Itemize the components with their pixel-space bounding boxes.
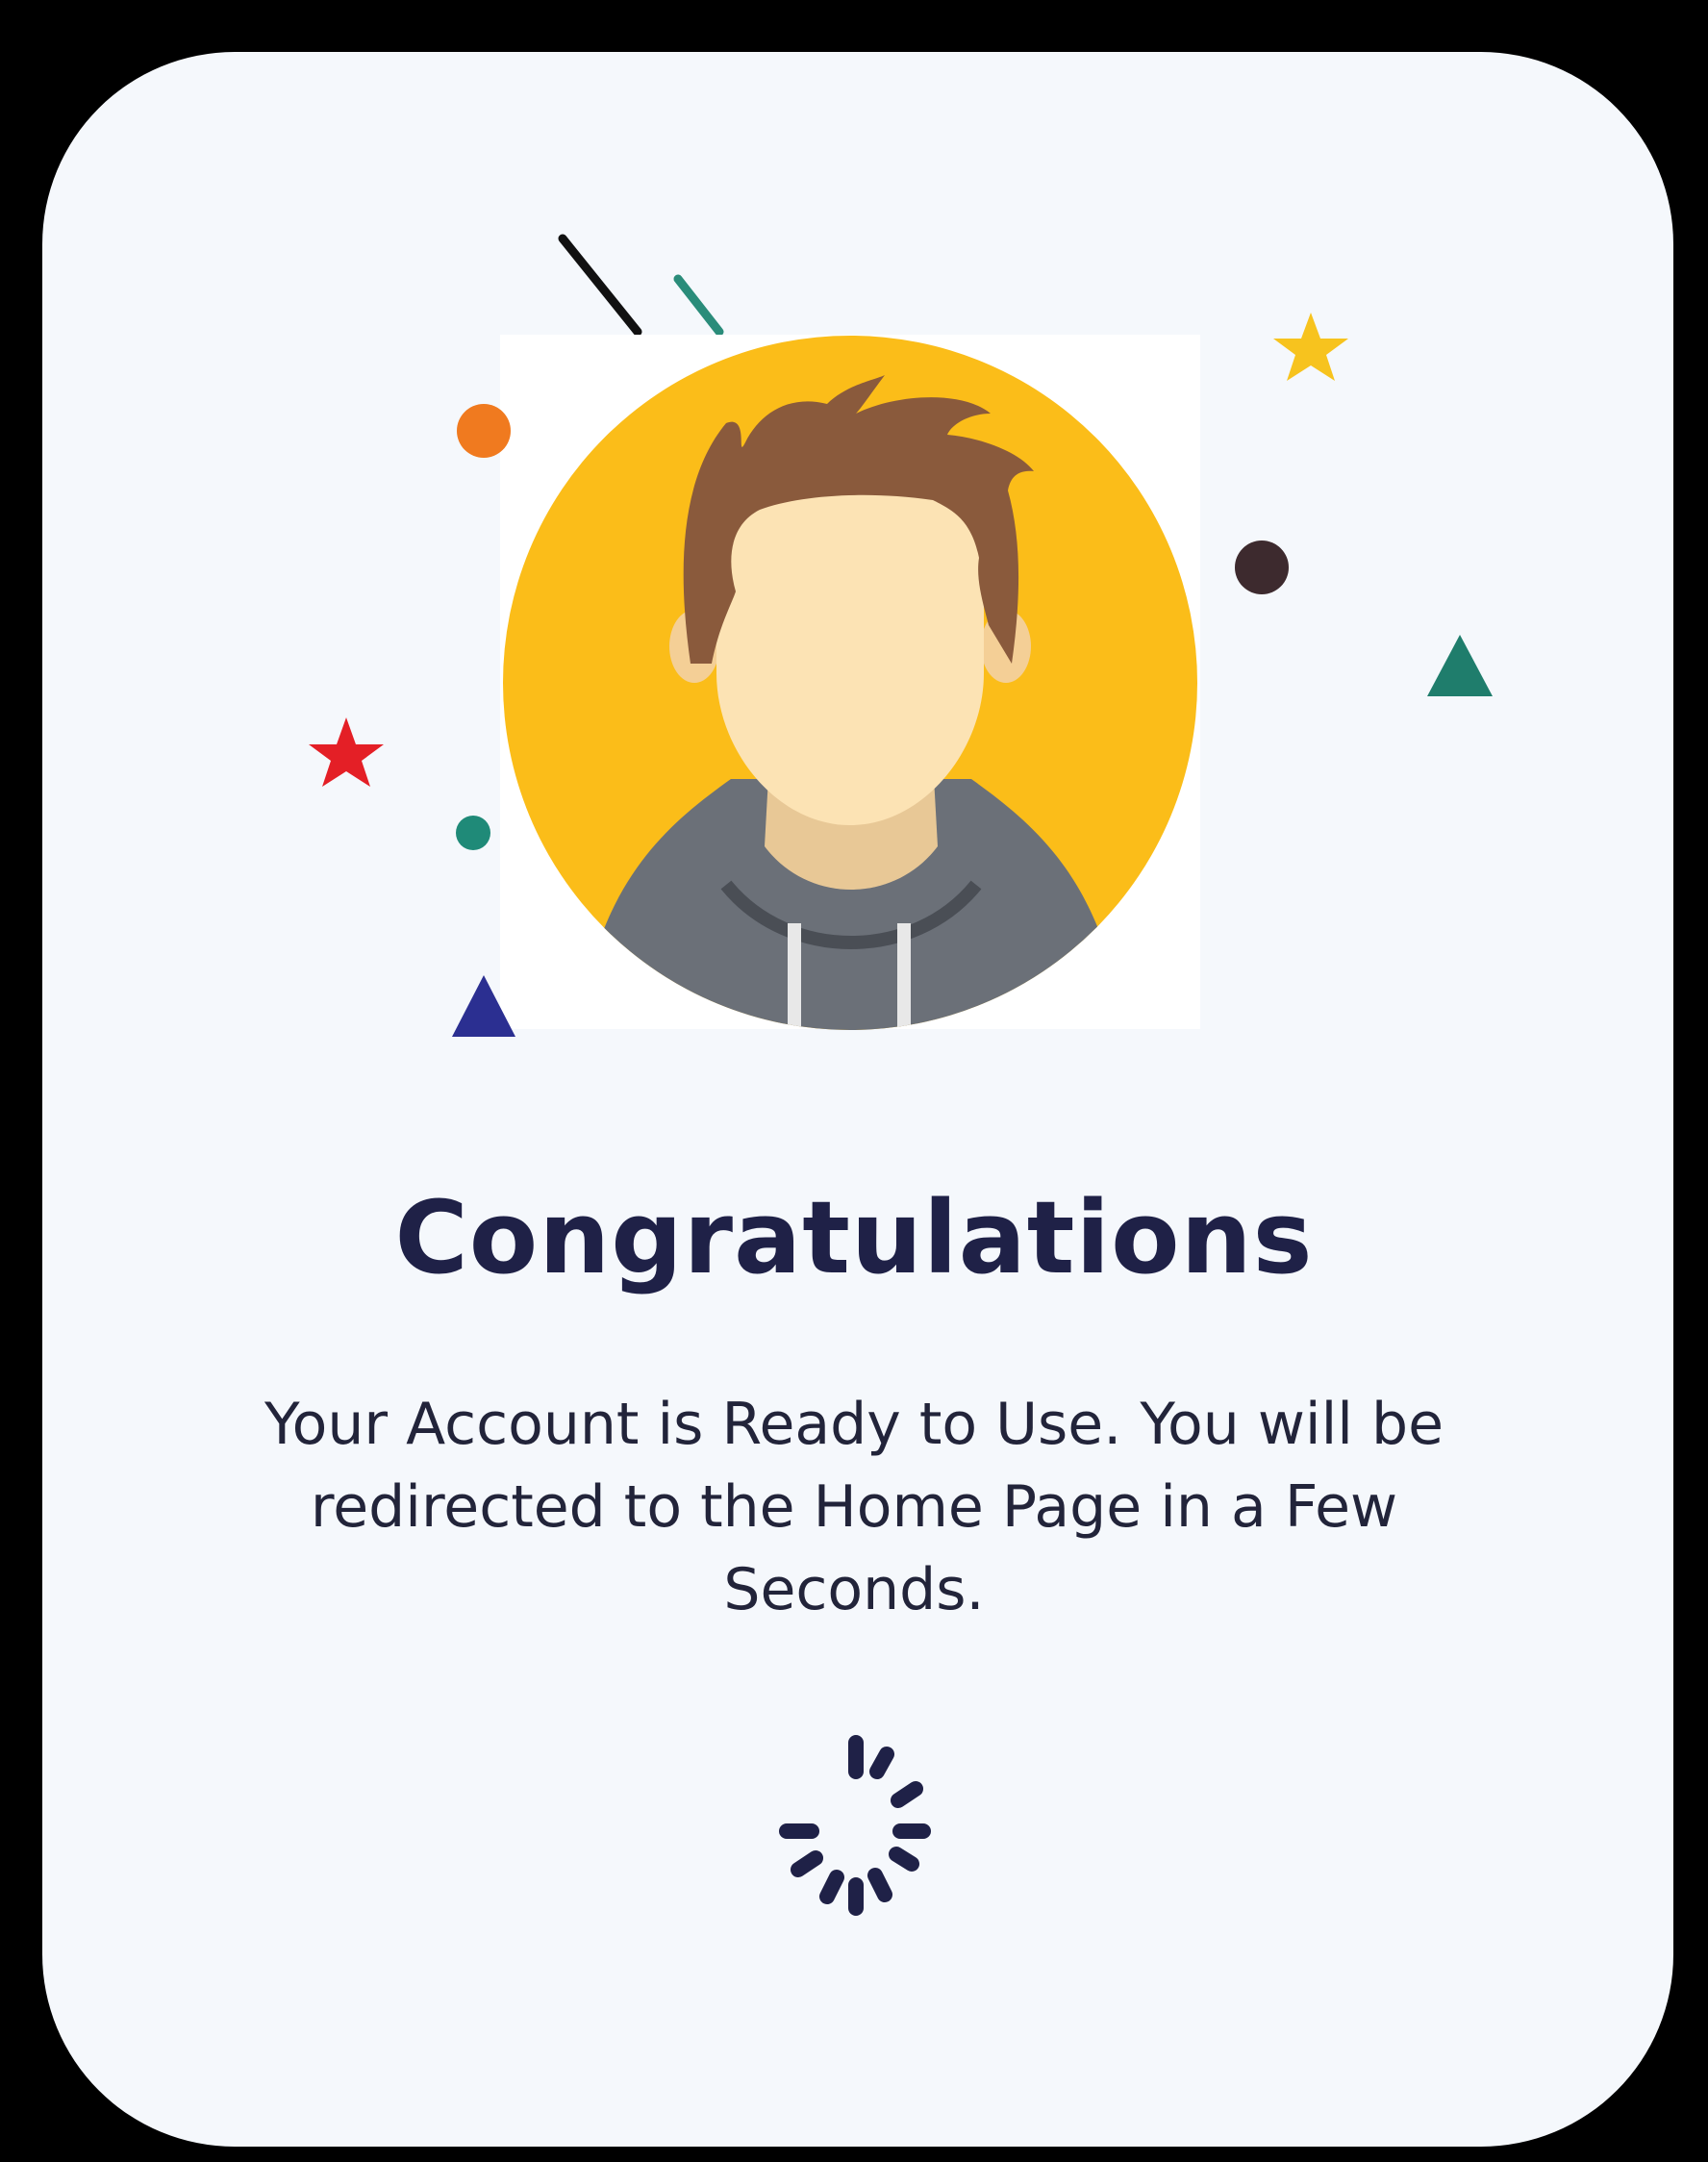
loading-spinner-icon xyxy=(779,1735,931,1916)
redirect-message: Your Account is Ready to Use. You will b… xyxy=(264,1391,1444,1623)
confetti-line-black xyxy=(558,234,642,337)
page-title: Congratulations xyxy=(394,1179,1314,1296)
confetti-star-red xyxy=(309,717,384,787)
illustration xyxy=(309,234,1493,1037)
confetti-dot-green xyxy=(456,816,490,850)
confetti-star-yellow xyxy=(1273,313,1348,381)
confetti-line-green xyxy=(673,274,724,337)
confetti-triangle-green xyxy=(1427,635,1493,696)
confetti-dot-orange xyxy=(457,404,511,458)
confetti-dot-dark xyxy=(1235,540,1289,594)
